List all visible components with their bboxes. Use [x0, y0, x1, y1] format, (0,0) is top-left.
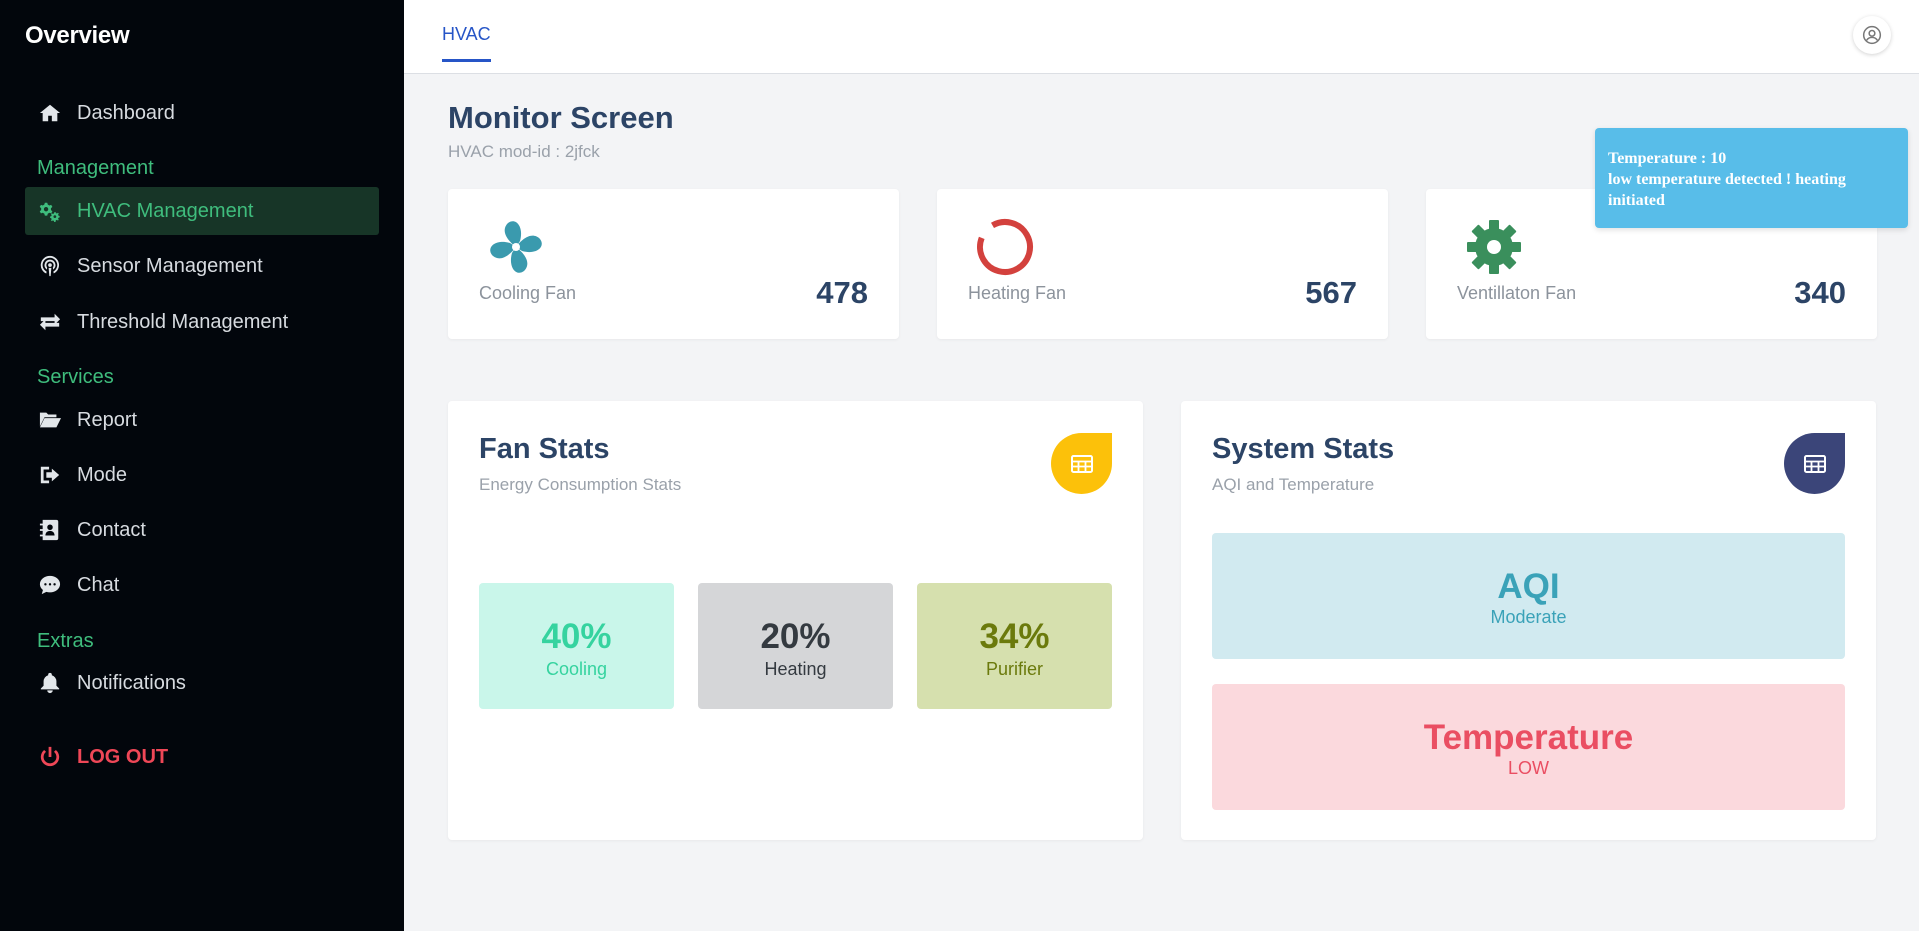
system-stats-table-button[interactable] [1784, 433, 1845, 494]
top-bar: HVAC [404, 0, 1919, 74]
temperature-status: LOW [1507, 758, 1549, 778]
fan-value: 567 [1305, 275, 1357, 310]
fan-stats-panel: Fan Stats Energy Consumption Stats 40% C… [448, 401, 1143, 840]
heating-fan-card: Heating Fan 567 [937, 189, 1388, 339]
stat-percent: 40% [541, 617, 612, 656]
user-menu-button[interactable] [1853, 16, 1891, 54]
fan-stats-table-button[interactable] [1051, 433, 1112, 494]
exchange-icon [37, 309, 63, 335]
sidebar-item-report[interactable]: Report [25, 396, 379, 444]
panel-subtitle: Energy Consumption Stats [479, 475, 682, 494]
temperature-alert-toast[interactable]: Temperature : 10 low temperature detecte… [1595, 128, 1908, 228]
aqi-title: AQI [1497, 567, 1560, 606]
sidebar-item-label: Contact [77, 518, 146, 541]
sidebar-item-hvac-management[interactable]: HVAC Management [25, 187, 379, 235]
sidebar-item-label: Dashboard [77, 101, 175, 124]
gear-icon [1464, 217, 1524, 277]
aqi-status: Moderate [1490, 607, 1567, 627]
purifier-stat: 34% Purifier [917, 583, 1112, 709]
sidebar-item-contact[interactable]: Contact [25, 506, 379, 554]
tab-hvac[interactable]: HVAC [442, 24, 491, 62]
sidebar-title: Overview [25, 22, 130, 49]
panel-title: System Stats [1212, 433, 1395, 465]
fan-value: 478 [816, 275, 868, 310]
sidebar-item-dashboard[interactable]: Dashboard [25, 89, 379, 137]
fan-label: Cooling Fan [479, 283, 577, 303]
fan-label: Ventillaton Fan [1457, 283, 1577, 303]
sidebar-item-label: Mode [77, 463, 128, 486]
home-icon [37, 100, 63, 126]
aqi-box: AQI Moderate [1212, 533, 1845, 659]
sidebar-section-management: Management [37, 157, 154, 179]
toast-line-2: low temperature detected ! heating initi… [1608, 171, 1846, 209]
sidebar-section-extras: Extras [37, 630, 94, 652]
temperature-title: Temperature [1423, 718, 1634, 757]
bell-icon [37, 670, 63, 696]
power-icon [37, 744, 63, 770]
fan-value: 340 [1794, 275, 1846, 310]
cooling-stat: 40% Cooling [479, 583, 674, 709]
sidebar-item-label: Chat [77, 573, 120, 596]
stat-percent: 34% [979, 617, 1050, 656]
sidebar-item-notifications[interactable]: Notifications [25, 659, 379, 707]
user-circle-icon [1862, 25, 1882, 45]
logout-button[interactable]: LOG OUT [25, 733, 379, 781]
sidebar-section-services: Services [37, 366, 114, 388]
cooling-fan-card: Cooling Fan 478 [448, 189, 899, 339]
folder-open-icon [37, 407, 63, 433]
ring-icon [975, 217, 1035, 277]
sidebar-item-label: Report [77, 408, 138, 431]
stat-label: Purifier [985, 659, 1043, 679]
table-icon [1070, 454, 1093, 473]
sidebar-item-sensor-management[interactable]: Sensor Management [25, 242, 379, 290]
page-subtitle: HVAC mod-id : 2jfck [448, 142, 600, 161]
logout-label: LOG OUT [77, 745, 169, 768]
page-title: Monitor Screen [448, 100, 674, 135]
panel-title: Fan Stats [479, 433, 610, 465]
sidebar-item-threshold-management[interactable]: Threshold Management [25, 298, 379, 346]
sidebar-item-mode[interactable]: Mode [25, 451, 379, 499]
cogs-icon [37, 198, 63, 224]
sidebar-item-chat[interactable]: Chat [25, 561, 379, 609]
sidebar-item-label: Notifications [77, 671, 186, 694]
sidebar: Overview Dashboard Management HVAC Manag… [0, 0, 404, 931]
heating-stat: 20% Heating [698, 583, 893, 709]
system-stats-panel: System Stats AQI and Temperature AQI Mod… [1181, 401, 1876, 840]
sidebar-item-label: Sensor Management [77, 254, 263, 277]
sidebar-item-label: HVAC Management [77, 199, 254, 222]
fan-label: Heating Fan [968, 283, 1067, 303]
toast-line-1: Temperature : 10 [1608, 150, 1727, 167]
stat-label: Heating [764, 659, 827, 679]
sign-out-icon [37, 462, 63, 488]
comment-icon [37, 572, 63, 598]
stat-label: Cooling [545, 659, 608, 679]
fan-icon [486, 217, 546, 277]
sidebar-item-label: Threshold Management [77, 310, 289, 333]
address-book-icon [37, 517, 63, 543]
table-icon [1803, 454, 1826, 473]
temperature-box: Temperature LOW [1212, 684, 1845, 810]
podcast-icon [37, 253, 63, 279]
stat-percent: 20% [760, 617, 831, 656]
panel-subtitle: AQI and Temperature [1212, 475, 1375, 494]
